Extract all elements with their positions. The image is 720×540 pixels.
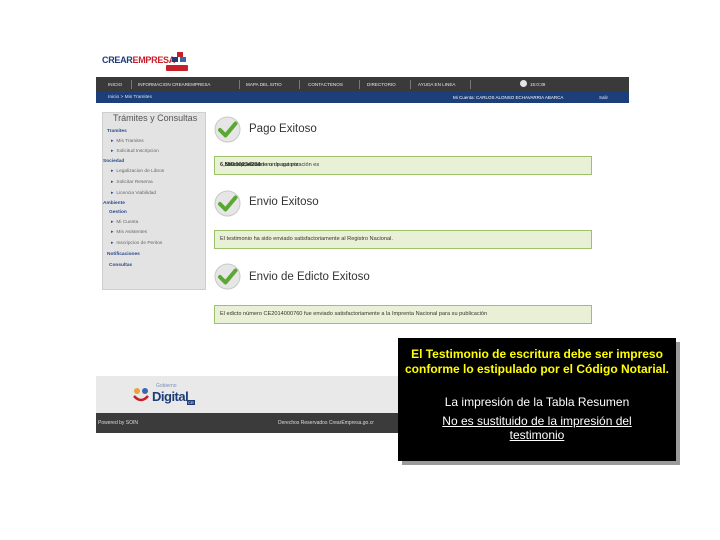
sidebar-item-solicitud-inscripcion[interactable]: Solicitud Inscripcion xyxy=(111,149,158,154)
payment-success-title: Pago Exitoso xyxy=(249,123,317,135)
clock-icon xyxy=(520,80,527,87)
shipment-success-message: El testimonio ha sido enviado satisfacto… xyxy=(214,230,592,249)
nav-item-contactenos[interactable]: Contactenos xyxy=(308,77,343,92)
payment-success-message: Se ha procesado un pago por 6,580.00 col… xyxy=(214,156,592,175)
logo-domain-tag xyxy=(166,65,188,71)
printing-notice-callout: El Testimonio de escritura debe ser impr… xyxy=(398,338,676,461)
sidebar-item-licencia-viabilidad[interactable]: Licencia Viabilidad xyxy=(111,191,156,196)
nav-time: 15:0:39 xyxy=(530,82,546,87)
logo-text-primary: CREAR xyxy=(102,55,133,65)
sidebar-section-notificaciones[interactable]: Notificaciones xyxy=(107,252,140,257)
sidebar-section-sociedad: Sociedad xyxy=(103,159,125,164)
sidebar-item-legalizacion-libros[interactable]: Legalizacion de Libros xyxy=(111,169,164,174)
edict-success-message: El edicto número CE2014000760 fue enviad… xyxy=(214,305,592,324)
sidebar-sub-gestion: Gestion xyxy=(109,210,127,215)
notice-line-5: testimonio xyxy=(509,428,565,442)
notice-line-2: conforme lo estipulado por el Código Not… xyxy=(404,362,670,376)
logout-link[interactable]: Salir xyxy=(599,92,608,103)
check-circle-icon xyxy=(214,263,241,290)
nav-item-informacion[interactable]: Informacion CrearEmpresa xyxy=(138,77,211,92)
sidebar-item-mis-tramites[interactable]: Mis Tramites xyxy=(111,139,143,144)
gobierno-digital-logo[interactable]: Gobierno Digital CR xyxy=(132,382,197,410)
sidebar-menu: Trámites y Consultas Tramites Mis Tramit… xyxy=(102,112,206,290)
account-bar: Inicio > Mis Tramites Mi Cuenta: CARLOS … xyxy=(96,92,629,103)
sidebar-section-tramites: Tramites xyxy=(107,129,127,134)
powered-by: Powered by SOIN xyxy=(98,420,139,426)
edict-success-title: Envio de Edicto Exitoso xyxy=(249,271,370,283)
notice-line-1: El Testimonio de escritura debe ser impr… xyxy=(411,347,663,361)
logo-text-accent: EMPRESA xyxy=(132,55,176,65)
shipment-success-title: Envio Exitoso xyxy=(249,196,319,208)
nav-item-mapa[interactable]: Mapa del sitio xyxy=(246,77,282,92)
check-circle-icon xyxy=(214,116,241,143)
copyright: Derechos Reservados CrearEmpresa.go.cr xyxy=(278,420,374,426)
check-circle-icon xyxy=(214,190,241,217)
notice-line-3: La impresión de la Tabla Resumen xyxy=(444,395,630,409)
main-nav: Inicio Informacion CrearEmpresa Mapa del… xyxy=(96,77,629,92)
sidebar-item-inscripcion-peritos[interactable]: Inscripcion de Peritos xyxy=(111,241,162,246)
crearempresa-logo[interactable]: CREAREMPRESA xyxy=(102,55,175,65)
sidebar-section-ambiente: Ambiente xyxy=(103,201,125,206)
logo-cubes-icon xyxy=(172,52,186,62)
logo-bar: CREAREMPRESA xyxy=(96,50,629,77)
account-name[interactable]: Mi Cuenta: CARLOS ALONSO ECHAVARRIA ABAR… xyxy=(453,92,563,103)
gob-logo-main-text: Digital xyxy=(152,389,189,404)
breadcrumb[interactable]: Inicio > Mis Tramites xyxy=(108,92,152,103)
sidebar-item-mi-cuenta[interactable]: Mi Cuenta xyxy=(111,220,138,225)
gob-logo-country: CR xyxy=(187,400,195,405)
nav-item-directorio[interactable]: Directorio xyxy=(367,77,396,92)
notice-line-4: No es sustituido de la impresión del xyxy=(442,414,632,428)
nav-item-ayuda[interactable]: Ayuda en linea xyxy=(418,77,455,92)
sidebar-item-mis-asistentes[interactable]: Mis Asistentes xyxy=(111,230,147,235)
sidebar-item-solicitar-reserva[interactable]: Solicitar Reserva xyxy=(111,180,152,185)
sidebar-title: Trámites y Consultas xyxy=(113,113,198,123)
nav-item-inicio[interactable]: Inicio xyxy=(108,77,122,92)
gobierno-digital-emblem-icon xyxy=(133,388,149,402)
sidebar-sub-consultas[interactable]: Consultas xyxy=(109,263,132,268)
